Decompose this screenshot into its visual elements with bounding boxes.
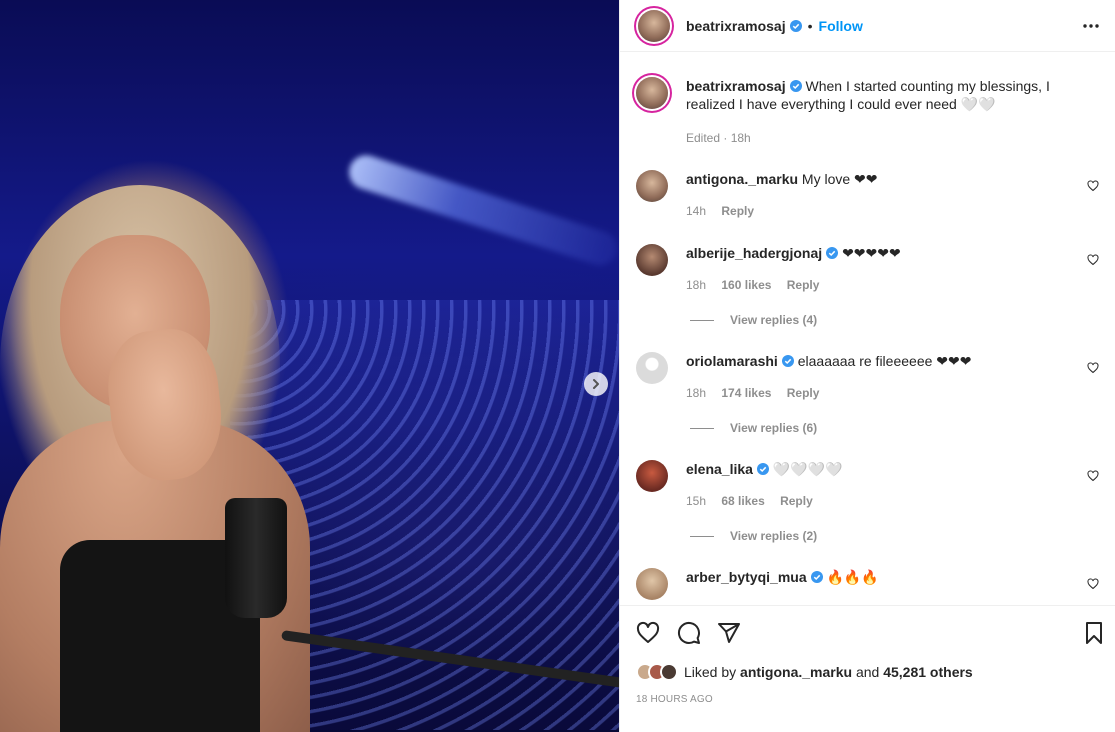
verified-badge-icon: [756, 463, 769, 475]
post-header: beatrixramosaj • Follow: [620, 0, 1115, 52]
caption-meta: Edited · 18h: [686, 131, 751, 145]
comment-meta: 18h 160 likes Reply: [686, 276, 1081, 294]
commenter-username[interactable]: oriolamarashi: [686, 353, 778, 369]
post-photo[interactable]: [0, 0, 619, 732]
comment-text: My love ❤❤: [801, 171, 878, 187]
comment-like-heart-icon[interactable]: [1087, 578, 1099, 590]
reply-button[interactable]: Reply: [721, 204, 754, 218]
commenter-username[interactable]: elena_lika: [686, 461, 753, 477]
view-replies-label: View replies (4): [730, 313, 818, 327]
post-time-ago[interactable]: 18 HOURS AGO: [636, 694, 713, 705]
more-options-icon[interactable]: [1081, 16, 1101, 36]
black-glass: [225, 498, 287, 618]
comment-text: elaaaaaa re fileeeeee ❤❤❤: [797, 353, 972, 369]
view-replies-label: View replies (6): [730, 421, 818, 435]
replies-divider: [690, 319, 714, 321]
comment-likes[interactable]: 160 likes: [721, 278, 771, 292]
comment-item: oriolamarashi elaaaaaa re fileeeeee ❤❤❤ …: [636, 352, 1099, 402]
liker-avatar: [660, 663, 678, 681]
caption-avatar[interactable]: [636, 77, 668, 109]
verified-badge-icon: [789, 80, 802, 92]
follow-button[interactable]: Follow: [819, 18, 863, 34]
comment-icon[interactable]: [677, 621, 701, 645]
replies-divider: [690, 535, 714, 537]
next-arrow-icon: [593, 379, 599, 389]
heart-icon[interactable]: [636, 621, 660, 645]
replies-divider: [690, 427, 714, 429]
comment-likes[interactable]: 174 likes: [721, 386, 771, 400]
verified-badge-icon: [789, 19, 802, 32]
comment-item: elena_lika 🤍🤍🤍🤍 15h 68 likes Reply: [636, 460, 1099, 510]
commenter-avatar[interactable]: [636, 352, 668, 384]
liked-by-text: Liked by antigona._marku and 45,281 othe…: [684, 664, 973, 680]
comment-meta: 14h Reply: [686, 202, 1081, 220]
verified-badge-icon: [826, 247, 839, 259]
reply-button[interactable]: Reply: [780, 494, 813, 508]
verified-badge-icon: [781, 355, 794, 367]
comment-like-heart-icon[interactable]: [1087, 254, 1099, 266]
commenter-avatar[interactable]: [636, 244, 668, 276]
comment-time: 18h: [686, 386, 707, 400]
liked-by-username[interactable]: antigona._marku: [740, 664, 852, 680]
post-actions: Liked by antigona._marku and 45,281 othe…: [620, 605, 1115, 732]
comment-meta: 18h 174 likes Reply: [686, 384, 1081, 402]
liked-by-row: Liked by antigona._marku and 45,281 othe…: [636, 663, 973, 681]
comment-likes[interactable]: 68 likes: [721, 494, 764, 508]
commenter-avatar[interactable]: [636, 170, 668, 202]
liked-by-and: and: [855, 664, 884, 680]
comment-text: 🔥🔥🔥: [826, 569, 879, 585]
bookmark-icon[interactable]: [1082, 621, 1106, 645]
view-replies-button[interactable]: View replies (2): [690, 529, 817, 543]
share-icon[interactable]: [717, 621, 741, 645]
comment-time: 18h: [686, 278, 707, 292]
commenter-username[interactable]: arber_bytyqi_mua: [686, 569, 807, 585]
comment-item: antigona._marku My love ❤❤ 14h Reply: [636, 170, 1099, 220]
author-avatar[interactable]: [638, 9, 670, 42]
header-separator: •: [807, 17, 813, 34]
reply-button[interactable]: Reply: [787, 278, 820, 292]
caption-username[interactable]: beatrixramosaj: [686, 78, 786, 94]
commenter-username[interactable]: alberije_hadergjonaj: [686, 245, 822, 261]
comment-meta: 15h 68 likes Reply: [686, 492, 1081, 510]
verified-badge-icon: [810, 571, 823, 583]
next-photo-button[interactable]: [584, 372, 608, 396]
comment-time: 14h: [686, 204, 707, 218]
comment-like-heart-icon[interactable]: [1087, 180, 1099, 192]
commenter-avatar[interactable]: [636, 568, 668, 600]
commenter-avatar[interactable]: [636, 460, 668, 492]
comment-time: 15h: [686, 494, 707, 508]
view-replies-button[interactable]: View replies (4): [690, 313, 817, 327]
view-replies-button[interactable]: View replies (6): [690, 421, 817, 435]
liked-by-prefix: Liked by: [684, 664, 737, 680]
reply-button[interactable]: Reply: [787, 386, 820, 400]
liked-by-others[interactable]: and 45,281 others: [856, 664, 973, 680]
stage-light-beam: [344, 150, 619, 270]
post-details-panel: beatrixramosaj • Follow beatrixramosaj W…: [619, 0, 1115, 732]
comment-like-heart-icon[interactable]: [1087, 470, 1099, 482]
comments-list[interactable]: beatrixramosaj When I started counting m…: [620, 53, 1115, 605]
comment-text: 🤍🤍🤍🤍: [772, 461, 843, 477]
comment-like-heart-icon[interactable]: [1087, 362, 1099, 374]
author-username[interactable]: beatrixramosaj: [686, 18, 786, 34]
post-caption: beatrixramosaj When I started counting m…: [636, 77, 1099, 147]
liked-by-count[interactable]: 45,281 others: [883, 664, 973, 680]
commenter-username[interactable]: antigona._marku: [686, 171, 798, 187]
comment-item: alberije_hadergjonaj ❤❤❤❤❤ 18h 160 likes…: [636, 244, 1099, 294]
view-replies-label: View replies (2): [730, 529, 818, 543]
comment-item: arber_bytyqi_mua 🔥🔥🔥: [636, 568, 1099, 600]
comment-text: ❤❤❤❤❤: [842, 245, 901, 261]
